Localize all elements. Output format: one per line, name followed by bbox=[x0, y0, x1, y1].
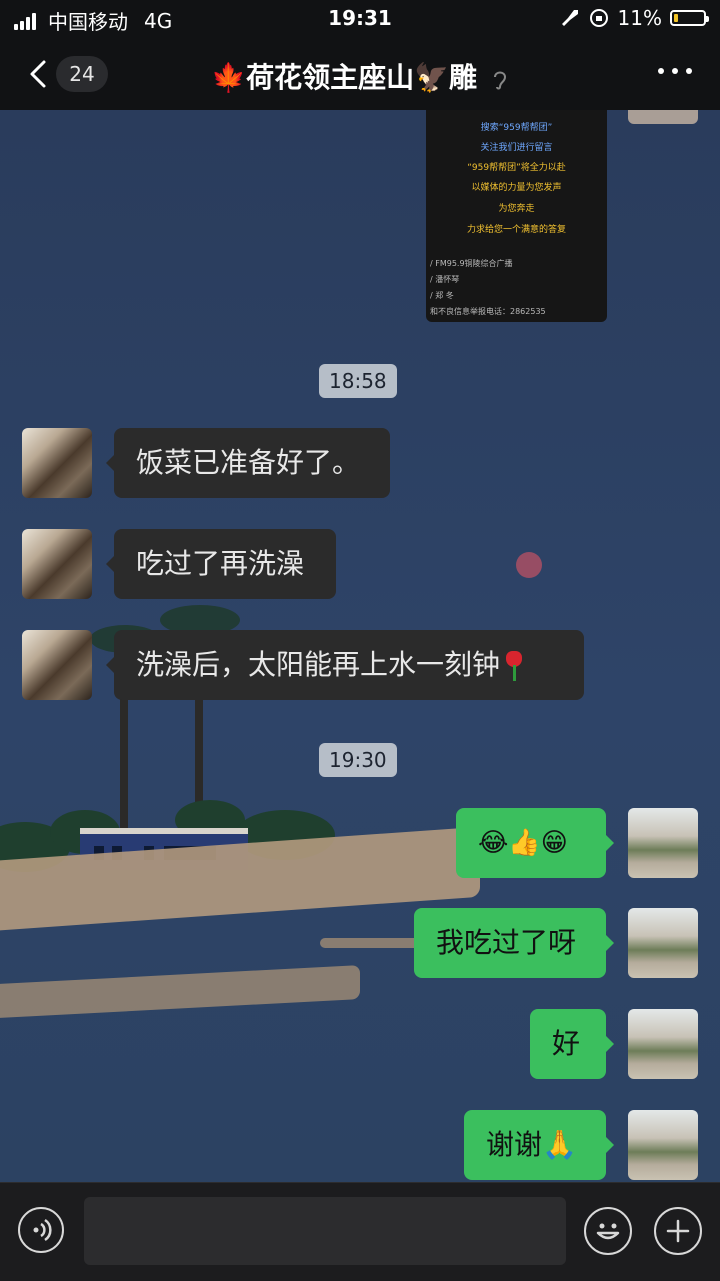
voice-icon bbox=[33, 1218, 52, 1242]
timestamp: 19:30 bbox=[319, 743, 397, 777]
battery-percent: 11% bbox=[617, 6, 662, 30]
plus-icon bbox=[666, 1219, 690, 1243]
more-dots-icon bbox=[658, 68, 664, 74]
emoji-icon bbox=[596, 1223, 620, 1240]
avatar[interactable] bbox=[628, 808, 698, 878]
avatar[interactable] bbox=[22, 630, 92, 700]
voice-button[interactable] bbox=[18, 1207, 64, 1253]
avatar[interactable] bbox=[628, 908, 698, 978]
chat-title: 🍁荷花领主座山🦅雕 bbox=[0, 56, 720, 96]
chat-title-text: 🍁荷花领主座山🦅雕 bbox=[211, 61, 477, 94]
avatar[interactable] bbox=[628, 1110, 698, 1180]
poster-credit: 和不良信息举报电话：2862535 bbox=[430, 307, 546, 316]
input-bar bbox=[0, 1182, 720, 1281]
avatar[interactable] bbox=[628, 1009, 698, 1079]
image-message-poster[interactable]: 搜索“959帮帮团” 关注我们进行留言 “959帮帮团”将全力以赴 以媒体的力量… bbox=[426, 110, 607, 322]
poster-line: “959帮帮团”将全力以赴 bbox=[467, 163, 566, 173]
battery-icon bbox=[670, 10, 709, 26]
status-bar: 中国移动 4G 19:31 11% bbox=[0, 0, 720, 38]
message-input[interactable] bbox=[84, 1197, 566, 1265]
poster-line: 力求给您一个满意的答复 bbox=[466, 225, 566, 235]
tulip-emoji bbox=[504, 651, 524, 681]
incoming-message[interactable]: 饭菜已准备好了。 bbox=[106, 428, 390, 498]
chat-header: 24 🍁荷花领主座山🦅雕 bbox=[0, 38, 720, 110]
incoming-message[interactable]: 洗澡后，太阳能再上水一刻钟 bbox=[106, 630, 584, 700]
ear-icon bbox=[493, 71, 506, 90]
poster-line: 以媒体的力量为您发声 bbox=[471, 183, 562, 193]
avatar-fragment bbox=[628, 110, 698, 124]
rotation-lock-icon bbox=[589, 9, 608, 27]
avatar[interactable] bbox=[22, 428, 92, 498]
outgoing-message[interactable]: 谢谢🙏 bbox=[464, 1110, 614, 1180]
outgoing-message[interactable]: 我吃过了呀 bbox=[414, 908, 614, 978]
outgoing-message[interactable]: 好 bbox=[530, 1009, 614, 1079]
poster-credit: / 郑 冬 bbox=[430, 291, 454, 300]
outgoing-message[interactable]: 😂👍😁 bbox=[456, 808, 614, 878]
poster-credit: / FM95.9铜陵综合广播 bbox=[430, 259, 513, 268]
status-right: 11% bbox=[558, 6, 709, 30]
incoming-message[interactable]: 吃过了再洗澡 bbox=[106, 529, 336, 599]
more-button[interactable] bbox=[658, 68, 692, 74]
poster-line: 关注我们进行留言 bbox=[480, 143, 553, 153]
poster-line: 搜索“959帮帮团” bbox=[480, 123, 553, 133]
message-list[interactable]: 搜索“959帮帮团” 关注我们进行留言 “959帮帮团”将全力以赴 以媒体的力量… bbox=[0, 110, 720, 1182]
avatar[interactable] bbox=[22, 529, 92, 599]
emoji-button[interactable] bbox=[584, 1207, 632, 1255]
message-text: 洗澡后，太阳能再上水一刻钟 bbox=[136, 648, 501, 681]
poster-line: 为您奔走 bbox=[498, 204, 535, 214]
rocket-icon bbox=[561, 10, 578, 26]
plus-button[interactable] bbox=[654, 1207, 702, 1255]
poster-credit: / 潘怀琴 bbox=[430, 275, 460, 284]
timestamp: 18:58 bbox=[319, 364, 397, 398]
